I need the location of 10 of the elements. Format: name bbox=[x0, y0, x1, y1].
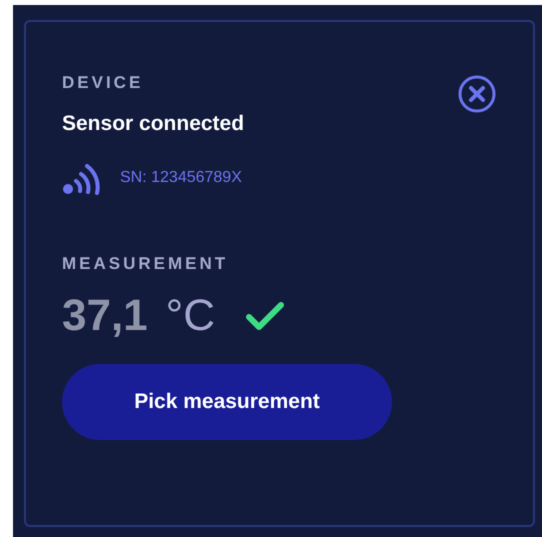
device-heading: DEVICE bbox=[62, 74, 144, 91]
serial-number: SN: 123456789X bbox=[120, 170, 242, 186]
measurement-unit: °C bbox=[166, 294, 216, 338]
measurement-heading: MEASUREMENT bbox=[62, 255, 228, 272]
measurement-value: 37,1 bbox=[62, 294, 148, 338]
status-text: Sensor connected bbox=[62, 113, 244, 134]
close-icon bbox=[458, 75, 496, 113]
pick-measurement-button[interactable]: Pick measurement bbox=[62, 364, 392, 440]
signal-icon bbox=[62, 161, 100, 195]
close-button[interactable] bbox=[457, 74, 497, 114]
